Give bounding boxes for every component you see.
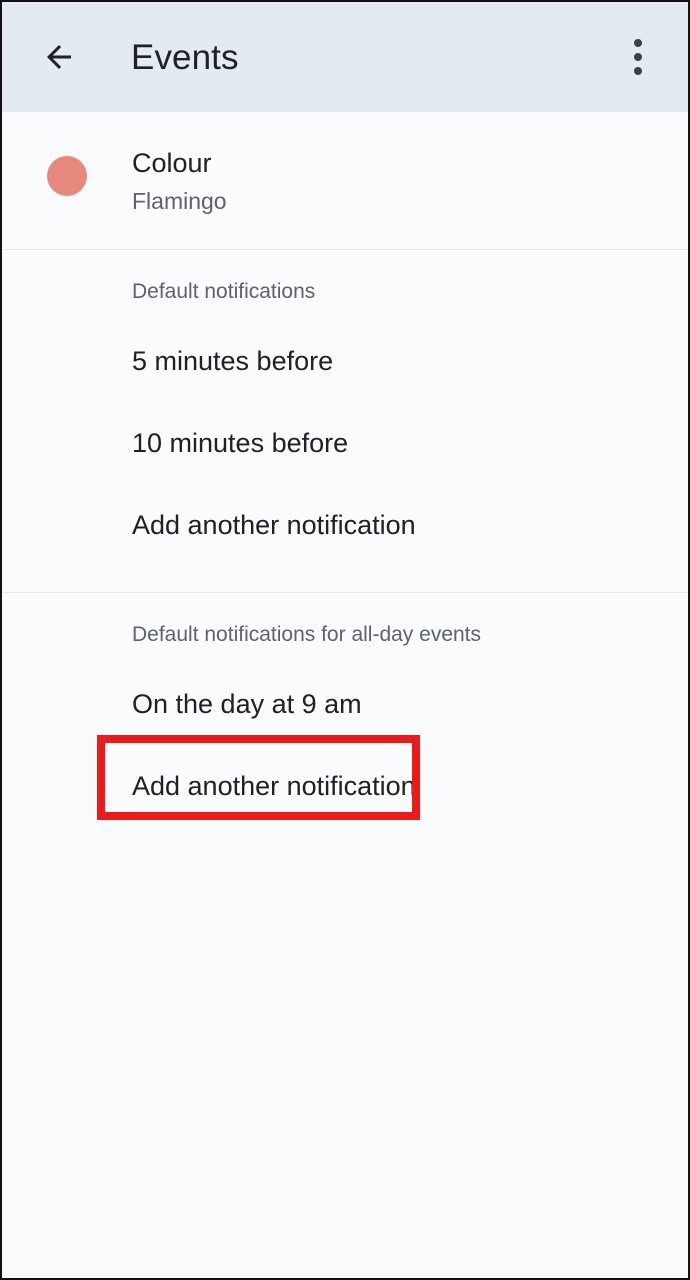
colour-setting-row[interactable]: Colour Flamingo [2,112,688,249]
colour-text-block: Colour Flamingo [132,146,688,217]
notification-item-5-minutes[interactable]: 5 minutes before [2,306,688,402]
all-day-notifications-section: Default notifications for all-day events… [2,593,688,853]
overflow-dot [634,67,642,75]
notification-item-on-the-day[interactable]: On the day at 9 am [2,649,688,745]
default-notifications-group: Default notifications 5 minutes before 1… [2,250,688,592]
section-header-all-day-notifications: Default notifications for all-day events [132,623,482,646]
all-day-notifications-group: Default notifications for all-day events… [2,593,688,853]
colour-swatch-circle [47,156,87,196]
add-another-notification-button-all-day[interactable]: Add another notification [2,745,688,827]
overflow-dot [634,53,642,61]
page-title: Events [131,37,239,77]
colour-swatch-container [2,146,132,196]
default-notifications-section: Default notifications 5 minutes before 1… [2,250,688,593]
app-screen: Events Colour Flamingo Default notificat… [0,0,690,1280]
overflow-dot [634,39,642,47]
add-another-notification-button[interactable]: Add another notification [2,484,688,566]
colour-section: Colour Flamingo [2,112,688,250]
back-button[interactable] [32,30,86,84]
arrow-left-icon [47,45,71,69]
more-vertical-icon[interactable] [614,29,662,85]
app-bar: Events [2,2,688,112]
notification-item-10-minutes[interactable]: 10 minutes before [2,402,688,484]
colour-value: Flamingo [132,188,227,214]
colour-label: Colour [132,148,212,178]
section-header-default-notifications: Default notifications [132,280,316,303]
settings-content: Colour Flamingo Default notifications 5 … [2,112,688,1278]
